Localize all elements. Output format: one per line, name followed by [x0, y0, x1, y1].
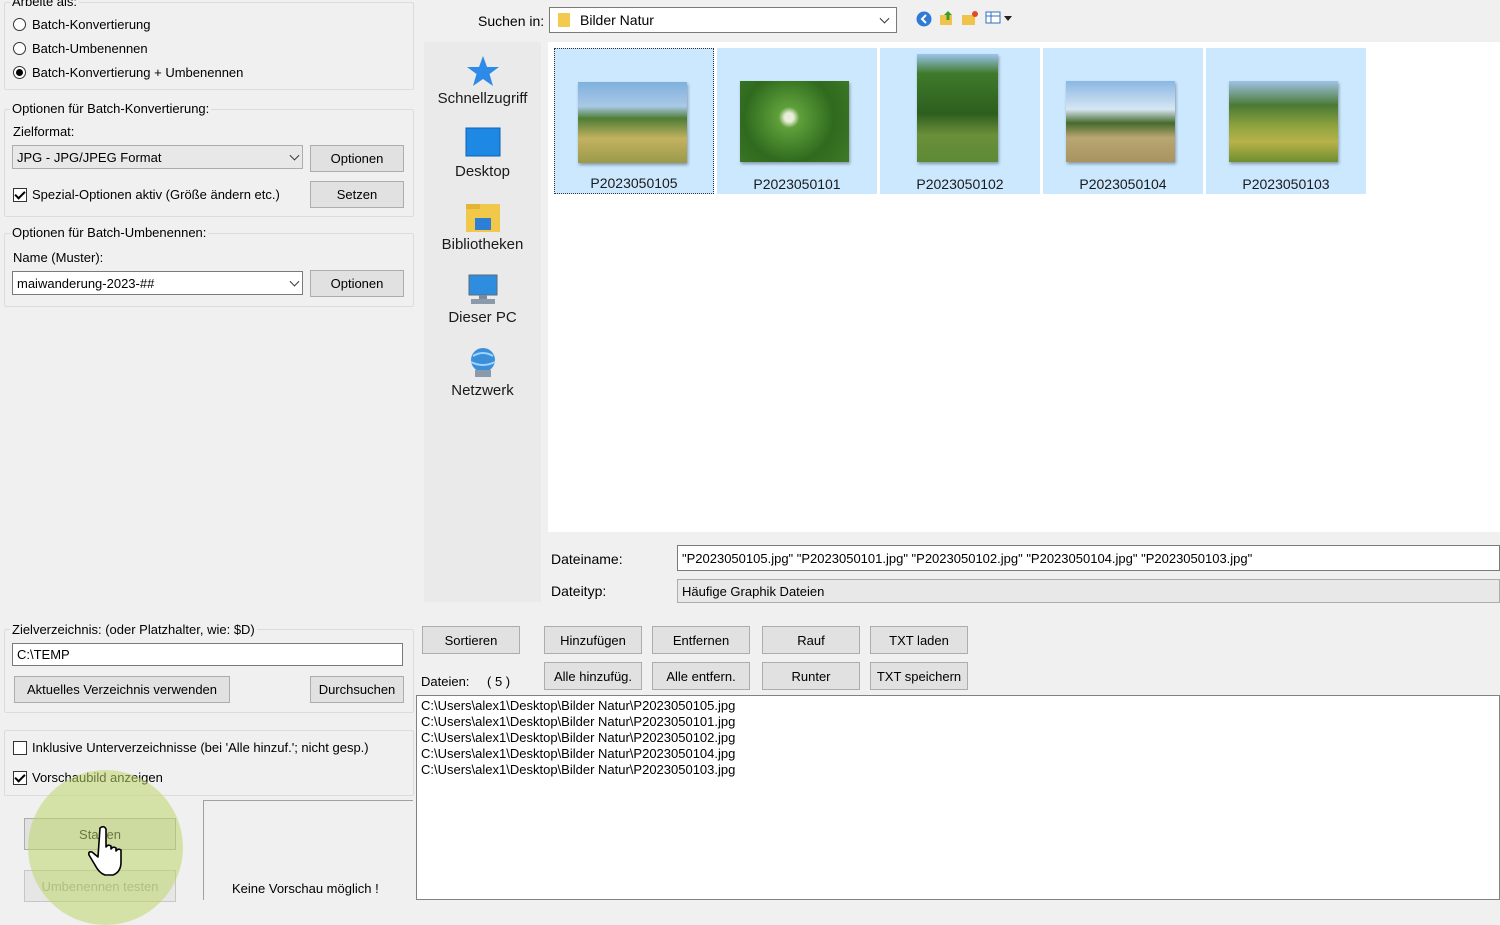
file-thumbnail[interactable]: P2023050103 [1206, 48, 1366, 194]
list-item[interactable]: C:\Users\alex1\Desktop\Bilder Natur\P202… [417, 698, 1499, 714]
photo-thumbnail [917, 54, 998, 162]
radio-batch-conversion-rename[interactable] [13, 66, 26, 79]
folder-icon [558, 13, 570, 27]
file-thumbnail[interactable]: P2023050105 [554, 48, 714, 194]
radio-batch-conversion-rename-label[interactable]: Batch-Konvertierung + Umbenennen [32, 65, 243, 80]
filename-input[interactable]: "P2023050105.jpg" "P2023050101.jpg" "P20… [677, 545, 1500, 571]
place-libraries-label: Bibliotheken [441, 236, 524, 253]
add-button[interactable]: Hinzufügen [544, 626, 642, 654]
save-txt-button[interactable]: TXT speichern [870, 662, 968, 690]
file-name: P2023050101 [753, 176, 841, 192]
place-libraries[interactable]: Bibliotheken [424, 200, 541, 253]
file-name: P2023050104 [1079, 176, 1167, 192]
chevron-down-icon [289, 276, 300, 287]
sort-button[interactable]: Sortieren [422, 626, 520, 654]
filetype-label: Dateityp: [551, 583, 607, 599]
special-options-checkbox[interactable] [13, 188, 27, 202]
list-item[interactable]: C:\Users\alex1\Desktop\Bilder Natur\P202… [417, 746, 1499, 762]
place-network[interactable]: Netzwerk [424, 346, 541, 399]
radio-batch-rename[interactable] [13, 42, 26, 55]
photo-thumbnail [578, 82, 687, 163]
list-item[interactable]: C:\Users\alex1\Desktop\Bilder Natur\P202… [417, 730, 1499, 746]
name-pattern-value: maiwanderung-2023-## [17, 275, 155, 291]
list-item[interactable]: C:\Users\alex1\Desktop\Bilder Natur\P202… [417, 762, 1499, 778]
remove-button[interactable]: Entfernen [652, 626, 750, 654]
place-desktop-label: Desktop [454, 163, 511, 180]
name-pattern-select[interactable]: maiwanderung-2023-## [12, 271, 303, 295]
star-icon [465, 54, 501, 88]
photo-thumbnail [740, 81, 849, 162]
file-name: P2023050105 [590, 175, 678, 191]
conversion-options-button[interactable]: Optionen [310, 145, 404, 172]
photo-thumbnail [1229, 81, 1338, 162]
computer-icon [465, 273, 501, 307]
place-this-pc-label: Dieser PC [448, 309, 517, 326]
show-preview-checkbox[interactable] [13, 771, 27, 785]
file-thumbnail[interactable]: P2023050101 [717, 48, 877, 194]
preview-panel: Keine Vorschau möglich ! [203, 800, 413, 900]
place-quick-access-label: Schnellzugriff [437, 90, 528, 107]
hand-cursor-icon [88, 825, 122, 876]
conversion-title: Optionen für Batch-Konvertierung: [10, 101, 212, 116]
radio-batch-conversion[interactable] [13, 18, 26, 31]
set-button[interactable]: Setzen [310, 181, 404, 208]
files-count: ( 5 ) [487, 674, 511, 689]
target-format-select[interactable]: JPG - JPG/JPEG Format [12, 145, 303, 169]
browse-button[interactable]: Durchsuchen [310, 676, 404, 703]
radio-batch-conversion-label[interactable]: Batch-Konvertierung [32, 17, 151, 32]
photo-thumbnail [1066, 81, 1175, 162]
remove-all-button[interactable]: Alle entfern. [652, 662, 750, 690]
special-options-label[interactable]: Spezial-Optionen aktiv (Größe ändern etc… [32, 187, 280, 202]
place-this-pc[interactable]: Dieser PC [424, 273, 541, 326]
place-network-label: Netzwerk [451, 382, 514, 399]
libraries-icon [465, 200, 501, 234]
file-list[interactable]: C:\Users\alex1\Desktop\Bilder Natur\P202… [416, 695, 1500, 900]
target-dir-input[interactable]: C:\TEMP [12, 643, 403, 666]
chevron-down-icon [879, 13, 890, 24]
add-all-button[interactable]: Alle hinzufüg. [544, 662, 642, 690]
file-name: P2023050103 [1242, 176, 1330, 192]
rename-options-button[interactable]: Optionen [310, 270, 404, 297]
chevron-down-icon [289, 150, 300, 161]
back-icon[interactable] [915, 10, 933, 28]
place-quick-access[interactable]: Schnellzugriff [424, 54, 541, 107]
look-in-value: Bilder Natur [580, 12, 654, 28]
load-txt-button[interactable]: TXT laden [870, 626, 968, 654]
include-subdirs-checkbox[interactable] [13, 741, 27, 755]
filetype-select[interactable]: Häufige Graphik Dateien [677, 579, 1500, 603]
move-up-button[interactable]: Rauf [762, 626, 860, 654]
list-item[interactable]: C:\Users\alex1\Desktop\Bilder Natur\P202… [417, 714, 1499, 730]
file-pane: P2023050105 P2023050101 P2023050102 P202… [548, 42, 1500, 532]
show-preview-label[interactable]: Vorschaubild anzeigen [32, 770, 163, 785]
target-format-value: JPG - JPG/JPEG Format [17, 149, 162, 165]
files-label: Dateien: [421, 674, 470, 689]
places-bar: Schnellzugriff Desktop Bibliotheken Dies… [424, 42, 541, 602]
view-menu-icon[interactable] [985, 10, 1015, 26]
work-as-title: Arbeite als: [10, 0, 80, 9]
include-subdirs-label[interactable]: Inklusive Unterverzeichnisse (bei 'Alle … [32, 740, 369, 755]
preview-text: Keine Vorschau möglich ! [232, 881, 379, 896]
name-pattern-label: Name (Muster): [13, 250, 104, 265]
filename-label: Dateiname: [551, 551, 623, 567]
target-format-label: Zielformat: [13, 124, 75, 139]
radio-batch-rename-label[interactable]: Batch-Umbenennen [32, 41, 148, 56]
up-folder-icon[interactable] [938, 9, 956, 27]
rename-title: Optionen für Batch-Umbenennen: [10, 225, 209, 240]
file-thumbnail[interactable]: P2023050104 [1043, 48, 1203, 194]
look-in-select[interactable]: Bilder Natur [549, 7, 897, 33]
file-thumbnail[interactable]: P2023050102 [880, 48, 1040, 194]
place-desktop[interactable]: Desktop [424, 127, 541, 180]
look-in-label: Suchen in: [478, 13, 545, 29]
file-name: P2023050102 [916, 176, 1004, 192]
target-dir-title: Zielverzeichnis: (oder Platzhalter, wie:… [10, 622, 257, 637]
use-current-dir-button[interactable]: Aktuelles Verzeichnis verwenden [14, 676, 230, 703]
new-folder-icon[interactable] [961, 9, 979, 27]
desktop-icon [465, 127, 501, 161]
filetype-value: Häufige Graphik Dateien [682, 583, 825, 599]
network-icon [465, 346, 501, 380]
move-down-button[interactable]: Runter [762, 662, 860, 690]
